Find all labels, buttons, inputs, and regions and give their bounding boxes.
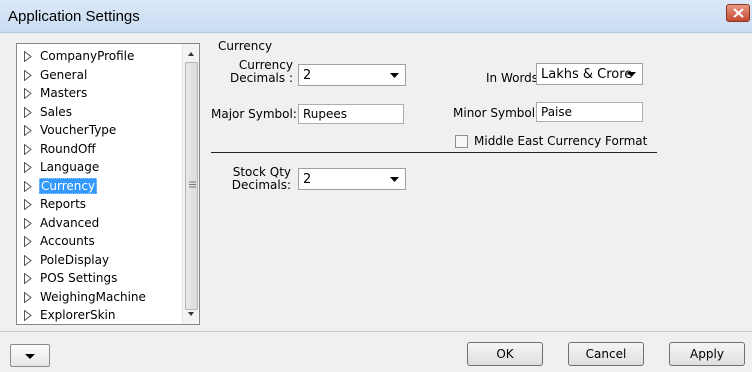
category-item-label: Sales <box>40 104 72 119</box>
scroll-thumb[interactable] <box>185 62 198 310</box>
section-title: Currency <box>218 39 273 53</box>
expand-triangle-icon[interactable] <box>24 162 32 173</box>
minor-symbol-label: Minor Symbol: <box>453 106 540 120</box>
category-item-poledisplay[interactable]: PoleDisplay <box>17 251 182 270</box>
category-item-reports[interactable]: Reports <box>17 195 182 214</box>
major-symbol-label: Major Symbol: <box>211 107 297 121</box>
category-item-label: CompanyProfile <box>40 49 135 63</box>
category-items: CompanyProfile General Masters Sales Voucher… <box>17 47 182 325</box>
currency-decimals-label: Currency Decimals : <box>226 59 293 85</box>
expand-triangle-icon[interactable] <box>24 236 32 247</box>
category-item-accounts[interactable]: Accounts <box>17 232 182 251</box>
expand-triangle-icon[interactable] <box>24 273 32 284</box>
category-item-advanced[interactable]: Advanced <box>17 214 182 233</box>
settings-category-list[interactable]: CompanyProfile General Masters Sales Voucher… <box>16 43 200 325</box>
category-item-masters[interactable]: Masters <box>17 84 182 103</box>
section-divider <box>211 152 657 153</box>
minor-symbol-value: Paise <box>541 105 573 119</box>
expand-triangle-icon[interactable] <box>24 69 32 81</box>
category-item-pos-settings[interactable]: POS Settings <box>17 269 182 288</box>
category-item-weighingmachine[interactable]: WeighingMachine <box>17 288 182 307</box>
category-item-label: PoleDisplay <box>40 252 110 267</box>
stock-qty-decimals-dropdown[interactable]: 2 <box>298 168 406 190</box>
expand-triangle-icon[interactable] <box>24 143 32 155</box>
currency-decimals-label-line2: Decimals : <box>229 71 293 85</box>
expand-triangle-icon[interactable] <box>24 217 32 229</box>
expand-triangle-icon[interactable] <box>24 125 32 136</box>
scroll-down-icon[interactable] <box>183 306 199 322</box>
category-item-language[interactable]: Language <box>17 158 182 177</box>
currency-decimals-dropdown[interactable]: 2 <box>298 64 406 86</box>
category-item-roundoff[interactable]: RoundOff <box>17 140 182 159</box>
category-item-currency[interactable]: Currency <box>17 177 182 196</box>
expand-triangle-icon[interactable] <box>24 291 32 303</box>
major-symbol-value: Rupees <box>303 107 348 121</box>
cancel-button[interactable]: Cancel <box>568 342 644 366</box>
minor-symbol-field[interactable]: Paise <box>536 102 643 122</box>
window-title: Application Settings <box>8 8 140 25</box>
category-item-label: Advanced <box>40 215 100 230</box>
chevron-down-icon <box>25 354 35 359</box>
category-item-label: Masters <box>40 86 88 100</box>
category-item-label: ExplorerSkin <box>40 308 116 322</box>
expand-triangle-icon[interactable] <box>24 254 32 266</box>
in-words-label: In Words: <box>486 71 543 85</box>
category-item-label: Reports <box>40 197 87 211</box>
stock-qty-decimals-label: Stock Qty Decimals: <box>226 166 291 192</box>
chevron-down-icon <box>390 73 399 78</box>
category-item-general[interactable]: General <box>17 66 182 85</box>
expand-triangle-icon[interactable] <box>24 51 32 62</box>
category-item-vouchertype[interactable]: VoucherType <box>17 121 182 140</box>
chevron-down-icon <box>627 72 636 77</box>
category-item-label: RoundOff <box>40 141 96 156</box>
category-scrollbar[interactable] <box>182 44 199 324</box>
expand-triangle-icon[interactable] <box>24 310 32 321</box>
category-item-companyprofile[interactable]: CompanyProfile <box>17 47 182 66</box>
category-item-explorerskin[interactable]: ExplorerSkin <box>17 306 182 325</box>
stock-qty-decimals-value: 2 <box>303 172 312 187</box>
expand-triangle-icon[interactable] <box>24 180 32 192</box>
expand-triangle-icon[interactable] <box>24 106 32 118</box>
options-menu-button[interactable] <box>10 344 50 367</box>
category-item-label: Accounts <box>40 234 95 248</box>
expand-triangle-icon[interactable] <box>24 199 32 210</box>
category-item-label: WeighingMachine <box>40 289 146 304</box>
category-item-label: Currency <box>39 177 98 194</box>
scroll-up-icon[interactable] <box>183 46 199 62</box>
category-item-label: VoucherType <box>40 123 117 137</box>
expand-triangle-icon[interactable] <box>24 88 32 99</box>
close-button[interactable] <box>726 4 750 22</box>
category-item-label: POS Settings <box>40 271 118 285</box>
currency-decimals-value: 2 <box>303 68 312 83</box>
middle-east-format-label[interactable]: Middle East Currency Format <box>474 134 647 148</box>
major-symbol-field[interactable]: Rupees <box>298 104 404 124</box>
category-item-label: General <box>40 67 88 82</box>
close-icon <box>733 8 744 18</box>
stock-qty-label-line1: Stock Qty <box>232 165 291 179</box>
settings-window: Application Settings CompanyProfile Gener… <box>0 0 752 372</box>
stock-qty-label-line2: Decimals: <box>231 178 291 192</box>
ok-button[interactable]: OK <box>467 342 543 366</box>
scroll-grip-icon <box>189 181 196 188</box>
category-item-label: Language <box>40 160 100 174</box>
in-words-value: Lakhs & Crore <box>541 67 633 82</box>
chevron-down-icon <box>390 177 399 182</box>
middle-east-format-checkbox[interactable] <box>455 135 468 148</box>
apply-button[interactable]: Apply <box>669 342 745 366</box>
category-item-sales[interactable]: Sales <box>17 103 182 122</box>
footer-divider <box>0 331 752 332</box>
title-bar: Application Settings <box>0 0 752 33</box>
in-words-dropdown[interactable]: Lakhs & Crore <box>536 63 643 85</box>
currency-decimals-label-line1: Currency <box>238 58 293 72</box>
